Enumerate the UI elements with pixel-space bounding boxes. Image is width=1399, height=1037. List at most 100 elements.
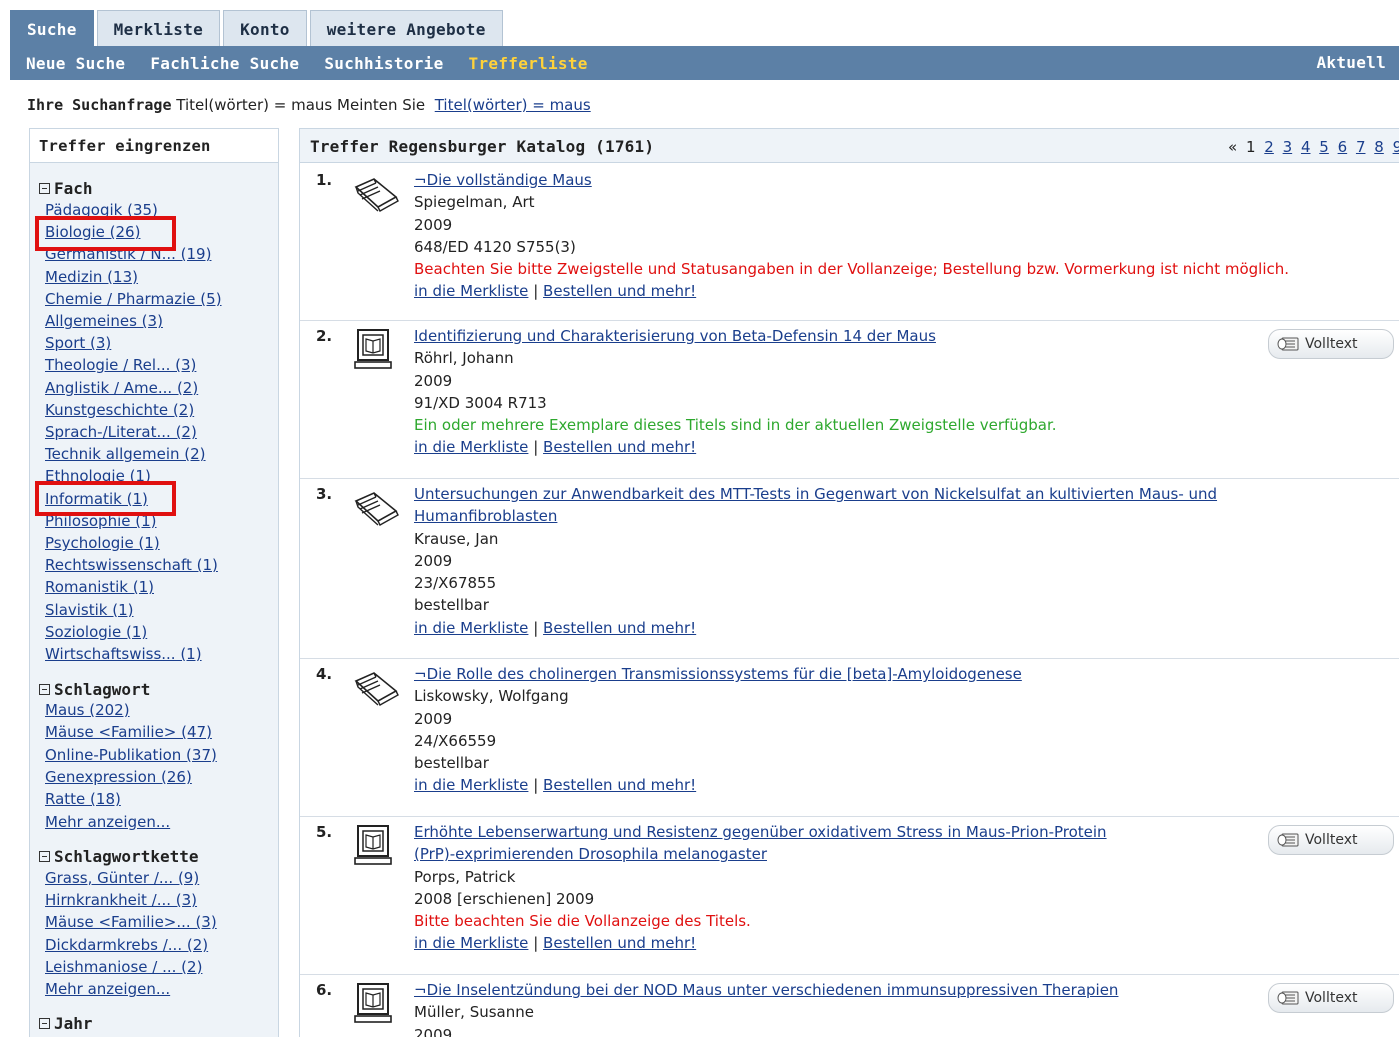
bestellen-link[interactable]: Bestellen und mehr! bbox=[543, 934, 696, 952]
facet-fach-link[interactable]: Technik allgemein (2) bbox=[45, 445, 206, 463]
pager-page[interactable]: 5 bbox=[1319, 138, 1329, 156]
results-heading: Treffer Regensburger Katalog (1761) bbox=[310, 137, 655, 156]
result-title-link[interactable]: ¬Die vollständige Maus bbox=[414, 169, 1314, 191]
facet-fach-link[interactable]: Anglistik / Ame... (2) bbox=[45, 379, 198, 397]
merkliste-link[interactable]: in die Merkliste bbox=[414, 934, 528, 952]
facet-fach-link[interactable]: Sprach-/Literat... (2) bbox=[45, 423, 197, 441]
facet-fach-link[interactable]: Allgemeines (3) bbox=[45, 312, 163, 330]
facet-schlagwortkette-link[interactable]: Hirnkrankheit /... (3) bbox=[45, 891, 197, 909]
facet-fach-link[interactable]: Theologie / Rel... (3) bbox=[45, 356, 196, 374]
result-author: Spiegelman, Art bbox=[414, 193, 535, 212]
result-year: 2009 bbox=[414, 371, 453, 390]
facet-schlagwortkette-link[interactable]: Mäuse <Familie>... (3) bbox=[45, 913, 217, 931]
book-icon bbox=[354, 492, 399, 526]
result-number: 2. bbox=[316, 327, 333, 345]
nav-aktuell[interactable]: Aktuell bbox=[1316, 53, 1386, 72]
result-author: Krause, Jan bbox=[414, 529, 499, 548]
volltext-button[interactable]: Volltext bbox=[1268, 825, 1394, 855]
result-details: Identifizierung und Charakterisierung vo… bbox=[414, 325, 1314, 459]
pager-page[interactable]: 3 bbox=[1283, 138, 1293, 156]
result-title-link[interactable]: ¬Die Rolle des cholinergen Transmissions… bbox=[414, 663, 1314, 685]
result-author: Porps, Patrick bbox=[414, 867, 516, 886]
facet-jahr-title[interactable]: Jahr bbox=[39, 1014, 93, 1033]
pager-page[interactable]: 4 bbox=[1301, 138, 1311, 156]
result-title-link[interactable]: ¬Die Inselentzündung bei der NOD Maus un… bbox=[414, 979, 1314, 1001]
facet-schlagwort-link[interactable]: Maus (202) bbox=[45, 701, 130, 719]
merkliste-link[interactable]: in die Merkliste bbox=[414, 776, 528, 794]
nav-trefferliste[interactable]: Trefferliste bbox=[469, 54, 588, 73]
tab-konto[interactable]: Konto bbox=[223, 10, 307, 48]
result-item: 3. Untersuchungen zur Anwendbarkeit des … bbox=[300, 479, 1399, 659]
result-author: Liskowsky, Wolfgang bbox=[414, 687, 569, 706]
bestellen-link[interactable]: Bestellen und mehr! bbox=[543, 619, 696, 637]
facet-fach-link[interactable]: Psychologie (1) bbox=[45, 534, 160, 552]
facet-schlagwortkette-title[interactable]: Schlagwortkette bbox=[39, 847, 199, 866]
facet-schlagwort-link[interactable]: Online-Publikation (37) bbox=[45, 746, 217, 764]
merkliste-link[interactable]: in die Merkliste bbox=[414, 438, 528, 456]
nav-neue-suche[interactable]: Neue Suche bbox=[26, 54, 125, 73]
result-actions: in die Merkliste | Bestellen und mehr! bbox=[414, 932, 1314, 954]
tab-merkliste[interactable]: Merkliste bbox=[96, 10, 221, 48]
volltext-button[interactable]: Volltext bbox=[1268, 329, 1394, 359]
bestellen-link[interactable]: Bestellen und mehr! bbox=[543, 282, 696, 300]
search-query-line: Ihre Suchanfrage Titel(wörter) = maus Me… bbox=[27, 96, 591, 114]
collapse-icon[interactable] bbox=[39, 1018, 50, 1029]
facet-schlagwortkette-link[interactable]: Grass, Günter /... (9) bbox=[45, 869, 199, 887]
facet-fach-link[interactable]: Soziologie (1) bbox=[45, 623, 147, 641]
facet-fach-link[interactable]: Rechtswissenschaft (1) bbox=[45, 556, 218, 574]
nav-fachliche-suche[interactable]: Fachliche Suche bbox=[150, 54, 299, 73]
result-year: 2009 bbox=[414, 709, 453, 728]
result-title-link[interactable]: Identifizierung und Charakterisierung vo… bbox=[414, 325, 1314, 347]
results-panel: Treffer Regensburger Katalog (1761) « 1 … bbox=[299, 128, 1399, 1037]
pager-page[interactable]: 7 bbox=[1356, 138, 1366, 156]
facet-schlagwortkette-link[interactable]: Dickdarmkrebs /... (2) bbox=[45, 936, 208, 954]
collapse-icon[interactable] bbox=[39, 851, 50, 862]
merkliste-link[interactable]: in die Merkliste bbox=[414, 282, 528, 300]
volltext-label: Volltext bbox=[1305, 832, 1358, 848]
volltext-button[interactable]: Volltext bbox=[1268, 983, 1394, 1013]
facet-fach-link[interactable]: Sport (3) bbox=[45, 334, 111, 352]
result-title-link[interactable]: Erhöhte Lebenserwartung und Resistenz ge… bbox=[414, 821, 1314, 866]
pager-page[interactable]: 6 bbox=[1338, 138, 1348, 156]
result-signature: 648/ED 4120 S755(3) bbox=[414, 237, 576, 256]
facet-fach-title[interactable]: Fach bbox=[39, 179, 93, 198]
facet-schlagwort-link[interactable]: Ratte (18) bbox=[45, 790, 121, 808]
merkliste-link[interactable]: in die Merkliste bbox=[414, 619, 528, 637]
facet-schlagwort-link[interactable]: Genexpression (26) bbox=[45, 768, 192, 786]
collapse-icon[interactable] bbox=[39, 684, 50, 695]
result-year: 2009 bbox=[414, 215, 453, 234]
tab-weitere-angebote[interactable]: weitere Angebote bbox=[309, 10, 503, 48]
pager-page[interactable]: 8 bbox=[1374, 138, 1384, 156]
highlight-box bbox=[35, 481, 176, 516]
nav-suchhistorie[interactable]: Suchhistorie bbox=[324, 54, 443, 73]
facet-fach-link[interactable]: Slavistik (1) bbox=[45, 601, 134, 619]
result-year: 2008 [erschienen] 2009 bbox=[414, 889, 595, 908]
facet-panel: Treffer eingrenzen Fach Pädagogik (35) Bi… bbox=[29, 128, 279, 1037]
facet-fach-link[interactable]: Wirtschaftswiss... (1) bbox=[45, 645, 202, 663]
result-actions: in die Merkliste | Bestellen und mehr! bbox=[414, 774, 1314, 796]
result-title-link[interactable]: Untersuchungen zur Anwendbarkeit des MTT… bbox=[414, 483, 1394, 528]
result-actions: in die Merkliste | Bestellen und mehr! bbox=[414, 436, 1314, 458]
facet-fach-link[interactable]: Chemie / Pharmazie (5) bbox=[45, 290, 222, 308]
result-actions: in die Merkliste | Bestellen und mehr! bbox=[414, 617, 1394, 639]
facet-schlagwortkette-link[interactable]: Leishmaniose / ... (2) bbox=[45, 958, 202, 976]
facet-fach-link[interactable]: Kunstgeschichte (2) bbox=[45, 401, 194, 419]
separator: | bbox=[533, 618, 539, 637]
facet-panel-heading: Treffer eingrenzen bbox=[30, 129, 278, 163]
facet-schlagwortkette-link[interactable]: Mehr anzeigen... bbox=[45, 980, 170, 998]
tab-suche[interactable]: Suche bbox=[10, 10, 94, 48]
pager-prev[interactable]: « bbox=[1228, 138, 1237, 156]
facet-fach-link[interactable]: Medizin (13) bbox=[45, 268, 138, 286]
facet-schlagwort-title[interactable]: Schlagwort bbox=[39, 680, 150, 699]
collapse-icon[interactable] bbox=[39, 183, 50, 194]
facet-fach-link[interactable]: Romanistik (1) bbox=[45, 578, 154, 596]
pager-page[interactable]: 2 bbox=[1264, 138, 1274, 156]
query-suggestion-link[interactable]: Titel(wörter) = maus bbox=[435, 96, 591, 114]
facet-schlagwort-link[interactable]: Mäuse <Familie> (47) bbox=[45, 723, 212, 741]
bestellen-link[interactable]: Bestellen und mehr! bbox=[543, 438, 696, 456]
fulltext-icon bbox=[1277, 337, 1299, 351]
bestellen-link[interactable]: Bestellen und mehr! bbox=[543, 776, 696, 794]
pager-page[interactable]: 9 bbox=[1393, 138, 1399, 156]
result-author: Röhrl, Johann bbox=[414, 349, 514, 368]
facet-schlagwort-link[interactable]: Mehr anzeigen... bbox=[45, 813, 170, 831]
